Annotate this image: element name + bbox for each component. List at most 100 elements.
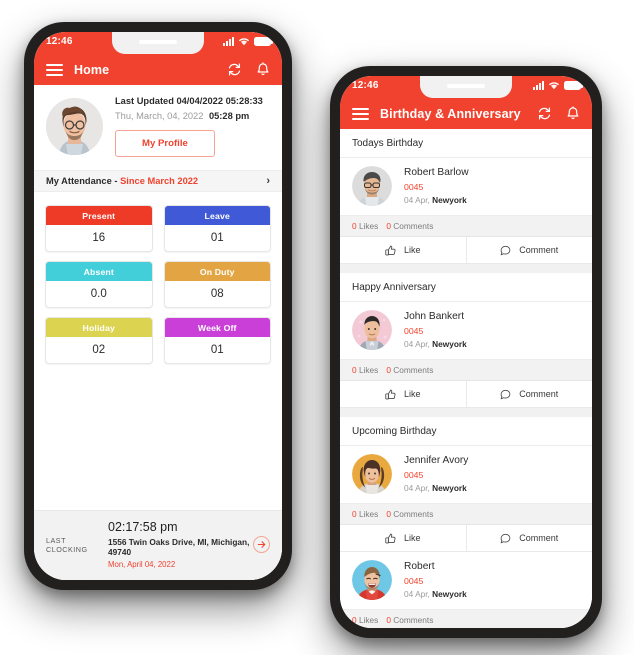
stat-card[interactable]: Leave 01 [163, 205, 271, 252]
comment-bubble-icon [500, 245, 511, 256]
stat-card[interactable]: Absent 0.0 [45, 261, 153, 308]
engagement-counts: 0 Likes 0 Comments [340, 359, 592, 381]
person-avatar[interactable] [352, 454, 392, 494]
comment-label: Comment [519, 245, 559, 255]
profile-time: 05:28 pm [208, 111, 250, 121]
section-header: Happy Anniversary [340, 273, 592, 302]
refresh-icon[interactable] [537, 106, 552, 121]
person-location: Newyork [432, 195, 467, 205]
screenshot-stage: 12:46 Home Last Updated 04/04/2022 05:28… [0, 0, 634, 655]
stat-card-label: On Duty [164, 262, 270, 281]
like-button[interactable]: Like [340, 525, 466, 551]
stat-card-label: Present [46, 206, 152, 225]
person-date: 04 Apr, [404, 589, 430, 599]
stat-card-value: 01 [210, 232, 224, 244]
thumbs-up-icon [385, 533, 396, 544]
person-name: Robert [404, 561, 435, 572]
stat-card[interactable]: Holiday 02 [45, 317, 153, 364]
person-row[interactable]: John Bankert 0045 04 Apr, Newyork [340, 302, 592, 359]
user-avatar-photo[interactable] [46, 98, 103, 155]
likes-label: Likes [358, 509, 379, 519]
phone1-content: Last Updated 04/04/2022 05:28:33 Thu, Ma… [34, 85, 282, 580]
hamburger-menu-icon[interactable] [352, 107, 369, 120]
comment-label: Comment [519, 533, 559, 543]
comments-count: 0 [386, 615, 391, 625]
stat-card-label: Holiday [46, 318, 152, 337]
page-title: Birthday & Anniversary [380, 106, 521, 121]
last-clocking-date: Mon, April 04, 2022 [108, 560, 176, 569]
attendance-period: Since March 2022 [120, 176, 199, 186]
phone2-app-header: Birthday & Anniversary [340, 98, 592, 129]
stat-card-value: 0.0 [90, 288, 107, 300]
my-attendance-bar[interactable]: My Attendance - Since March 2022 › [34, 170, 282, 192]
person-code: 0045 [404, 470, 424, 480]
comment-button[interactable]: Comment [465, 381, 593, 407]
phone-mockup-birthday: 12:46 Birthday & Anniversary Todays Birt… [330, 66, 602, 638]
profile-date-row: Thu, March, 04, 2022 05:28 pm [115, 111, 270, 121]
person-date-location: 04 Apr, Newyork [404, 483, 468, 493]
status-bar-clock: 12:46 [352, 80, 379, 91]
stat-card-label: Week Off [164, 318, 270, 337]
battery-icon [254, 37, 273, 46]
chevron-right-icon[interactable]: › [266, 175, 270, 187]
comments-count: 0 [386, 365, 391, 375]
speaker-grille [447, 84, 485, 88]
page-title: Home [74, 62, 110, 77]
comment-button[interactable]: Comment [465, 237, 593, 263]
phone1-screen: 12:46 Home Last Updated 04/04/2022 05:28… [34, 32, 282, 580]
person-avatar[interactable] [352, 166, 392, 206]
status-bar-icons [533, 81, 583, 90]
person-avatar[interactable] [352, 310, 392, 350]
last-clocking-time: 02:17:58 pm [108, 520, 178, 534]
person-row[interactable]: Robert 0045 04 Apr, Newyork [340, 552, 592, 609]
phone2-status-bar: 12:46 [340, 76, 592, 98]
person-location: Newyork [432, 483, 467, 493]
person-avatar[interactable] [352, 560, 392, 600]
thumbs-up-icon [385, 245, 396, 256]
profile-summary: Last Updated 04/04/2022 05:28:33 Thu, Ma… [34, 85, 282, 170]
like-label: Like [403, 533, 421, 543]
person-row[interactable]: Robert Barlow 0045 04 Apr, Newyork [340, 158, 592, 215]
bell-icon[interactable] [256, 62, 270, 77]
bell-icon[interactable] [566, 106, 580, 121]
hamburger-menu-icon[interactable] [46, 63, 63, 76]
person-date-location: 04 Apr, Newyork [404, 339, 467, 349]
person-row[interactable]: Jennifer Avory 0045 04 Apr, Newyork [340, 446, 592, 503]
like-label: Like [403, 245, 421, 255]
stat-card-value: 02 [92, 344, 106, 356]
profile-info: Last Updated 04/04/2022 05:28:33 Thu, Ma… [115, 96, 270, 157]
person-date-location: 04 Apr, Newyork [404, 589, 467, 599]
likes-label: Likes [358, 365, 379, 375]
like-button[interactable]: Like [340, 237, 466, 263]
likes-count: 0 [352, 615, 357, 625]
cellular-bars-icon [223, 37, 234, 46]
phone1-app-header: Home [34, 54, 282, 85]
speaker-grille [139, 40, 177, 44]
comments-label: Comments [393, 615, 434, 625]
wifi-icon [548, 81, 560, 90]
like-label: Like [403, 389, 421, 399]
arrow-right-circle-icon[interactable] [253, 536, 270, 553]
cellular-bars-icon [533, 81, 544, 90]
stat-card[interactable]: Present 16 [45, 205, 153, 252]
attendance-label: My Attendance - [46, 176, 118, 186]
battery-icon [564, 81, 583, 90]
person-name: Robert Barlow [404, 167, 469, 178]
post-actions: Like Comment [340, 525, 592, 552]
likes-label: Likes [358, 615, 379, 625]
section-divider [340, 264, 592, 273]
post-actions: Like Comment [340, 381, 592, 408]
wifi-icon [238, 37, 250, 46]
phone2-content[interactable]: Todays Birthday Robert Barlow 0045 04 Apr,… [340, 129, 592, 628]
person-meta: Jennifer Avory 0045 04 Apr, Newyork [404, 455, 468, 493]
my-profile-button[interactable]: My Profile [115, 130, 215, 157]
like-button[interactable]: Like [340, 381, 466, 407]
comment-button[interactable]: Comment [465, 525, 593, 551]
refresh-icon[interactable] [227, 62, 242, 77]
engagement-counts: 0 Likes 0 Comments [340, 609, 592, 628]
stat-card[interactable]: On Duty 08 [163, 261, 271, 308]
person-date: 04 Apr, [404, 339, 430, 349]
status-bar-clock: 12:46 [46, 36, 73, 47]
stat-card[interactable]: Week Off 01 [163, 317, 271, 364]
